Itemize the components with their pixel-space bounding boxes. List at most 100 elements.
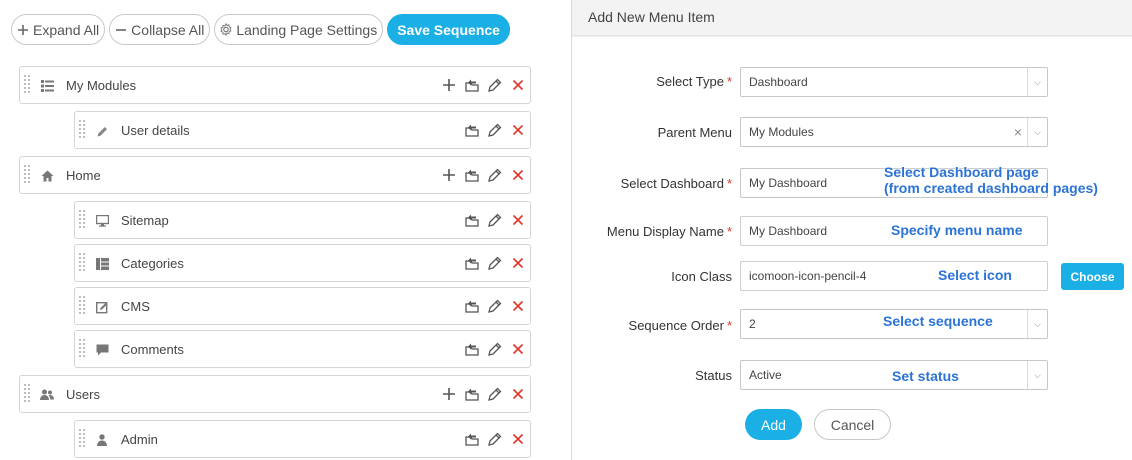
tree-toolbar: Expand All Collapse All Landing Page Set… [11,14,510,45]
add-child-icon[interactable] [440,386,457,403]
edit-pencil-icon[interactable] [486,341,503,358]
drag-handle[interactable] [79,253,85,273]
menu-item-label: Users [66,387,100,402]
edit-pencil-icon[interactable] [486,167,503,184]
edit-pencil-icon[interactable] [486,298,503,315]
menu-item-my-modules[interactable]: My Modules [19,66,531,104]
expand-all-label: Expand All [33,21,100,38]
menu-item-cms[interactable]: CMS [74,287,531,325]
desktop-icon [95,214,109,228]
status-value: Active [749,368,782,382]
cancel-button[interactable]: Cancel [814,409,891,440]
edit-pencil-icon[interactable] [486,77,503,94]
menu-item-label: My Modules [66,78,137,93]
edit-pencil-icon[interactable] [486,431,503,448]
select-type-dropdown[interactable]: Dashboard ⌵ [740,67,1048,97]
item-actions [440,166,526,184]
move-icon[interactable] [463,298,480,315]
edit-icon [95,300,109,314]
item-actions [463,297,526,315]
menu-item-label: Admin [121,432,158,447]
item-actions [463,340,526,358]
annotation-status: Set status [892,368,959,384]
icon-class-value: icomoon-icon-pencil-4 [749,269,867,283]
parent-menu-value: My Modules [749,125,814,139]
move-icon[interactable] [463,386,480,403]
drag-handle[interactable] [24,165,30,185]
delete-icon[interactable] [509,167,526,184]
move-icon[interactable] [463,212,480,229]
drag-handle[interactable] [79,296,85,316]
delete-icon[interactable] [509,77,526,94]
drag-handle[interactable] [79,210,85,230]
panel-header: Add New Menu Item [572,0,1132,36]
drag-handle[interactable] [79,120,85,140]
move-icon[interactable] [463,77,480,94]
item-actions [440,385,526,403]
status-label: Status [695,368,732,383]
pencil-icon [95,124,109,138]
delete-icon[interactable] [509,255,526,272]
item-actions [463,121,526,139]
edit-pencil-icon[interactable] [486,212,503,229]
delete-icon[interactable] [509,341,526,358]
sequence-order-value: 2 [749,317,756,331]
move-icon[interactable] [463,122,480,139]
select-dashboard-value: My Dashboard [749,176,828,190]
expand-all-button[interactable]: Expand All [11,14,106,45]
add-child-icon[interactable] [440,77,457,94]
icon-class-label: Icon Class [671,269,732,284]
clear-icon[interactable]: × [1014,124,1022,140]
drag-handle[interactable] [24,384,30,404]
save-sequence-button[interactable]: Save Sequence [387,14,510,45]
annotation-sequence: Select sequence [883,313,993,329]
menu-item-admin[interactable]: Admin [74,420,531,458]
move-icon[interactable] [463,431,480,448]
edit-pencil-icon[interactable] [486,122,503,139]
select-dashboard-label: Select Dashboard * [620,176,732,191]
item-actions [463,254,526,272]
minus-icon [114,24,128,36]
parent-menu-label: Parent Menu [657,125,732,140]
select-type-value: Dashboard [749,75,808,89]
menu-item-sitemap[interactable]: Sitemap [74,201,531,239]
parent-menu-dropdown[interactable]: My Modules × ⌵ [740,117,1048,147]
drag-handle[interactable] [24,75,30,95]
layout-icon [95,257,109,271]
move-icon[interactable] [463,255,480,272]
landing-page-settings-button[interactable]: Landing Page Settings [214,14,384,45]
menu-item-comments[interactable]: Comments [74,330,531,368]
drag-handle[interactable] [79,429,85,449]
menu-item-users[interactable]: Users [19,375,531,413]
select-type-label: Select Type * [656,74,732,89]
delete-icon[interactable] [509,298,526,315]
panel-title: Add New Menu Item [588,9,715,25]
delete-icon[interactable] [509,431,526,448]
delete-icon[interactable] [509,212,526,229]
landing-page-settings-label: Landing Page Settings [236,21,378,38]
annotation-icon: Select icon [938,267,1012,283]
chevron-down-icon: ⌵ [1027,361,1047,389]
delete-icon[interactable] [509,386,526,403]
menu-item-home[interactable]: Home [19,156,531,194]
add-button[interactable]: Add [745,409,802,440]
chevron-down-icon: ⌵ [1027,310,1047,338]
delete-icon[interactable] [509,122,526,139]
menu-item-categories[interactable]: Categories [74,244,531,282]
edit-pencil-icon[interactable] [486,386,503,403]
chevron-down-icon: ⌵ [1027,68,1047,96]
collapse-all-button[interactable]: Collapse All [109,14,211,45]
chevron-down-icon: ⌵ [1027,118,1047,146]
annotation-select-dashboard: Select Dashboard page (from created dash… [884,164,1098,196]
move-icon[interactable] [463,341,480,358]
choose-icon-button[interactable]: Choose [1061,263,1124,290]
move-icon[interactable] [463,167,480,184]
list-icon [40,79,54,93]
add-menu-item-panel: Add New Menu Item Select Type * Dashboard… [571,0,1132,460]
add-child-icon[interactable] [440,167,457,184]
user-icon [95,433,109,447]
menu-item-user-details[interactable]: User details [74,111,531,149]
sequence-order-label: Sequence Order * [628,318,732,333]
drag-handle[interactable] [79,339,85,359]
edit-pencil-icon[interactable] [486,255,503,272]
